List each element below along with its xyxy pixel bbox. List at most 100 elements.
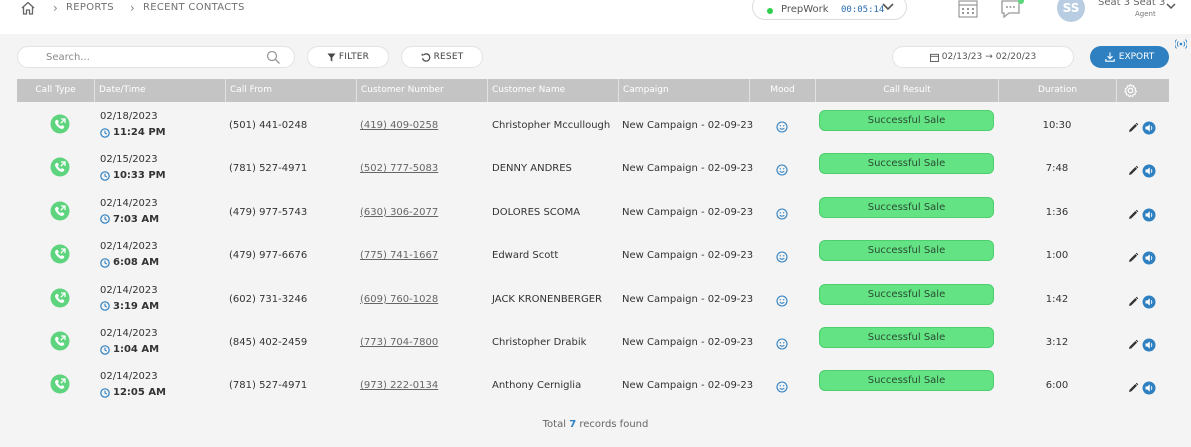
- date-range-picker[interactable]: 02/13/23 → 02/20/23: [892, 46, 1074, 68]
- search-input[interactable]: [46, 50, 256, 65]
- column-header-campaign[interactable]: Campaign: [618, 79, 749, 102]
- settings-icon[interactable]: [1123, 83, 1138, 98]
- outbound-call-icon: [50, 288, 70, 308]
- edit-icon[interactable]: [1127, 165, 1139, 177]
- table-row[interactable]: 02/14/2023 1:04 AM (845) 402-2459 (773) …: [17, 321, 1169, 364]
- smiley-icon: [776, 295, 788, 307]
- outbound-call-icon: [50, 374, 70, 394]
- campaign-name: New Campaign - 02-09-23: [622, 250, 754, 262]
- breadcrumb-reports[interactable]: REPORTS: [66, 2, 114, 13]
- call-duration: 1:36: [1045, 206, 1069, 218]
- smiley-icon: [776, 251, 788, 263]
- reset-label: RESET: [433, 52, 464, 62]
- call-time-value: 12:05 AM: [113, 387, 167, 399]
- avatar[interactable]: SS: [1057, 0, 1085, 22]
- column-header-date-time[interactable]: Date/Time: [94, 79, 225, 102]
- call-date: 02/15/2023: [100, 154, 158, 166]
- call-time-value: 11:24 PM: [113, 127, 166, 138]
- records-number: 7: [569, 419, 577, 430]
- table-row[interactable]: 02/18/2023 11:24 PM (501) 441-0248 (419)…: [17, 104, 1169, 147]
- call-from: (781) 527-4971: [229, 163, 308, 175]
- call-result-badge: Successful Sale: [819, 240, 994, 262]
- play-audio-icon[interactable]: [1142, 251, 1156, 265]
- call-time: 1:04 AM: [100, 344, 159, 355]
- reset-button[interactable]: RESET: [401, 46, 483, 68]
- customer-number-link[interactable]: (609) 760-1028: [360, 294, 438, 305]
- column-header-call-type[interactable]: Call Type: [17, 79, 94, 102]
- table-row[interactable]: 02/14/2023 7:03 AM (479) 977-5743 (630) …: [17, 191, 1169, 234]
- call-duration: 10:30: [1042, 120, 1072, 131]
- chevron-down-icon: [882, 3, 894, 11]
- customer-number-link[interactable]: (775) 741-1667: [360, 250, 438, 261]
- call-result-badge: Successful Sale: [819, 283, 994, 305]
- column-header-mood[interactable]: Mood: [749, 79, 815, 102]
- filter-button[interactable]: FILTER: [307, 46, 389, 68]
- date-arrow: →: [985, 52, 993, 62]
- campaign-name: New Campaign - 02-09-23: [622, 120, 754, 131]
- table-row[interactable]: 02/14/2023 6:08 AM (479) 977-6676 (775) …: [17, 234, 1169, 277]
- column-header-call-result[interactable]: Call Result: [815, 79, 998, 102]
- edit-icon[interactable]: [1127, 339, 1139, 351]
- chevron-down-icon[interactable]: [1165, 0, 1177, 12]
- chat-icon[interactable]: [1000, 0, 1026, 20]
- campaign-name: New Campaign - 02-09-23: [622, 293, 754, 305]
- user-name: Seat 3 Seat 3: [1098, 0, 1166, 8]
- edit-icon[interactable]: [1127, 122, 1139, 134]
- customer-number-link[interactable]: (502) 777-5083: [360, 163, 438, 174]
- column-header-customer-number[interactable]: Customer Number: [356, 79, 487, 102]
- table-header: Call Type Date/Time Call From Customer N…: [17, 79, 1169, 102]
- customer-name: Edward Scott: [492, 250, 559, 262]
- call-from: (501) 441-0248: [229, 120, 308, 131]
- call-result-badge: Successful Sale: [819, 327, 994, 348]
- customer-name: DENNY ANDRES: [492, 163, 572, 175]
- customer-number-link[interactable]: (973) 222-0134: [360, 380, 438, 391]
- records-suffix: records found: [579, 419, 649, 430]
- export-button[interactable]: EXPORT: [1090, 46, 1169, 68]
- column-header-customer-name[interactable]: Customer Name: [487, 79, 618, 102]
- agent-status-dropdown[interactable]: PrepWork 00:05:14: [752, 0, 907, 20]
- call-result-badge: Successful Sale: [819, 110, 994, 131]
- edit-icon[interactable]: [1127, 382, 1139, 394]
- date-from: 02/13/23: [941, 52, 983, 62]
- call-date: 02/14/2023: [100, 371, 158, 383]
- edit-icon[interactable]: [1127, 209, 1139, 221]
- call-duration: 1:00: [1045, 250, 1069, 262]
- campaign-name: New Campaign - 02-09-23: [622, 206, 754, 218]
- customer-number-link[interactable]: (773) 704-7800: [360, 337, 438, 348]
- edit-icon[interactable]: [1127, 296, 1139, 308]
- play-audio-icon[interactable]: [1142, 295, 1156, 309]
- search-icon[interactable]: [266, 50, 281, 65]
- chevron-right-icon: ›: [53, 1, 58, 15]
- edit-icon[interactable]: [1127, 252, 1139, 264]
- call-result-badge: Successful Sale: [819, 196, 994, 218]
- customer-name: DOLORES SCOMA: [492, 206, 581, 218]
- call-duration: 3:12: [1045, 337, 1069, 348]
- records-prefix: Total: [542, 419, 566, 430]
- call-from: (479) 977-5743: [229, 206, 308, 218]
- table-row[interactable]: 02/14/2023 12:05 AM (781) 527-4971 (973)…: [17, 364, 1169, 407]
- play-audio-icon[interactable]: [1142, 381, 1156, 395]
- breadcrumb-recent-contacts: RECENT CONTACTS: [143, 2, 245, 13]
- call-duration: 6:00: [1045, 380, 1069, 392]
- play-audio-icon[interactable]: [1142, 164, 1156, 178]
- call-date: 02/18/2023: [100, 111, 158, 122]
- column-header-duration[interactable]: Duration: [998, 79, 1116, 102]
- clock-icon: [100, 257, 110, 268]
- home-icon[interactable]: [20, 0, 36, 16]
- table-row[interactable]: 02/15/2023 10:33 PM (781) 527-4971 (502)…: [17, 147, 1169, 190]
- signal-icon: [1175, 39, 1187, 49]
- table-row[interactable]: 02/14/2023 3:19 AM (602) 731-3246 (609) …: [17, 278, 1169, 321]
- customer-name: Anthony Cerniglia: [492, 380, 582, 392]
- play-audio-icon[interactable]: [1142, 208, 1156, 222]
- customer-number-link[interactable]: (419) 409-0258: [360, 120, 438, 131]
- status-label: PrepWork: [781, 4, 829, 15]
- call-from: (602) 731-3246: [229, 293, 308, 305]
- customer-number-link[interactable]: (630) 306-2077: [360, 207, 438, 218]
- calendar-icon[interactable]: [958, 0, 978, 18]
- call-time-value: 1:04 AM: [113, 344, 160, 355]
- call-result-badge: Successful Sale: [819, 153, 994, 175]
- customer-name: Christopher Mccullough: [492, 120, 611, 131]
- play-audio-icon[interactable]: [1142, 121, 1156, 135]
- column-header-call-from[interactable]: Call From: [225, 79, 356, 102]
- play-audio-icon[interactable]: [1142, 338, 1156, 352]
